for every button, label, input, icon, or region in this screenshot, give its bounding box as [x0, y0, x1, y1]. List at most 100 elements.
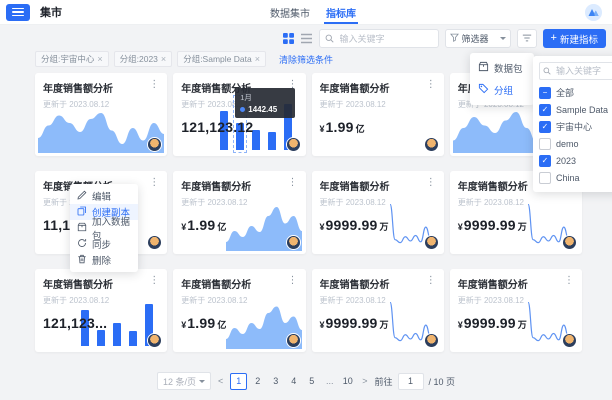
group-option[interactable]: −全部: [539, 84, 612, 101]
metric-value: ¥1.99亿: [181, 217, 297, 233]
filter-menu-item[interactable]: 分组: [470, 79, 534, 101]
filter-menu-item[interactable]: 数据包: [470, 57, 534, 79]
grid-view-icon[interactable]: [283, 33, 295, 45]
page-size-select[interactable]: 12 条/页: [157, 372, 211, 390]
group-option[interactable]: China: [539, 169, 612, 186]
filter-tag[interactable]: 分组:2023×: [114, 51, 173, 67]
kebab-menu-icon[interactable]: ⋮: [288, 276, 298, 286]
context-menu-item[interactable]: 编辑: [70, 188, 138, 204]
next-page-button[interactable]: >: [360, 376, 369, 386]
page-number[interactable]: 4: [286, 374, 301, 389]
tab-metric-library[interactable]: 指标库: [326, 0, 356, 24]
report-card[interactable]: 年度销售额分析⋮更新于 2023.08.12¥1.99亿: [312, 73, 444, 156]
list-view-icon[interactable]: [301, 33, 313, 45]
metric-unit: 亿: [217, 220, 226, 233]
checkbox-checked-icon[interactable]: ✓: [539, 155, 551, 167]
report-card[interactable]: 年度销售额分析⋮更新于 2023.08.12121,123...: [35, 269, 167, 352]
group-option[interactable]: ✓Sample Data: [539, 101, 612, 118]
area-chart: [38, 103, 164, 153]
chevron-down-icon: [199, 380, 205, 383]
metric-unit: 万: [518, 220, 527, 233]
metric-currency-prefix: ¥: [320, 124, 325, 134]
kebab-menu-icon[interactable]: ⋮: [426, 80, 436, 90]
search-input[interactable]: [338, 33, 433, 45]
tooltip-label: 1月: [240, 92, 290, 103]
kebab-menu-icon[interactable]: ⋮: [288, 178, 298, 188]
checkbox-checked-icon[interactable]: ✓: [539, 121, 551, 133]
card-title-row: 年度销售额分析⋮: [181, 276, 297, 291]
page-number[interactable]: 1: [230, 373, 247, 390]
close-icon[interactable]: ×: [97, 55, 102, 64]
group-option[interactable]: ✓2023: [539, 152, 612, 169]
group-option-label: 宇宙中心: [556, 120, 592, 133]
metric-currency-prefix: ¥: [458, 222, 463, 232]
report-card[interactable]: 年度销售额分析⋮更新于 2023.08.12¥1.99亿: [173, 171, 305, 254]
tooltip-value: 1442.45: [248, 105, 277, 114]
report-card[interactable]: 年度销售额分析⋮更新于 2023.08.12: [35, 73, 167, 156]
group-option-label: 全部: [556, 86, 574, 99]
checkbox-unchecked-icon[interactable]: [539, 138, 551, 150]
topbar-tabs: 数据集市 指标库: [270, 0, 356, 24]
metric-number: 9999.99: [464, 315, 516, 331]
page-number[interactable]: 5: [304, 374, 319, 389]
kebab-menu-icon[interactable]: ⋮: [564, 276, 574, 286]
card-context-menu: 编辑创建副本加入数据包同步删除: [70, 184, 138, 272]
page-number[interactable]: 2: [250, 374, 265, 389]
context-menu-item[interactable]: 删除: [70, 252, 138, 268]
close-icon[interactable]: ×: [161, 55, 166, 64]
brand-logo-icon[interactable]: [585, 4, 602, 21]
context-menu-item[interactable]: 加入数据包: [70, 220, 138, 236]
metric-number: 121,123.12: [181, 119, 253, 135]
card-title: 年度销售额分析: [458, 178, 528, 193]
metric-value: ¥1.99亿: [181, 315, 297, 331]
report-card[interactable]: 年度销售额分析⋮更新于 2023.08.12121,123.121月1442.4…: [173, 73, 305, 156]
card-title: 年度销售额分析: [43, 276, 113, 291]
goto-label: 前往: [375, 375, 393, 388]
tooltip-value-row: 1442.45: [240, 105, 290, 114]
filter-tag[interactable]: 分组:宇宙中心×: [35, 51, 109, 67]
checkbox-checked-icon[interactable]: ✓: [539, 104, 551, 116]
search-box: [319, 29, 439, 48]
report-card[interactable]: 年度销售额分析⋮更新于 2023.08.12¥9999.99万: [450, 269, 582, 352]
report-card[interactable]: 年度销售额分析⋮更新于 2023.08.12¥9999.99万: [312, 171, 444, 254]
metric-value: 121,123.12: [181, 119, 297, 135]
filter-tag[interactable]: 分组:Sample Data×: [177, 51, 266, 67]
filter-select[interactable]: 筛选器: [445, 29, 511, 48]
checkbox-indeterminate-icon[interactable]: −: [539, 87, 551, 99]
topbar: 集市 数据集市 指标库: [0, 0, 612, 25]
metric-currency-prefix: ¥: [320, 222, 325, 232]
clear-filters-link[interactable]: 清除筛选条件: [279, 53, 333, 66]
group-search-input[interactable]: [554, 65, 612, 77]
kebab-menu-icon[interactable]: ⋮: [149, 276, 159, 286]
page-ellipsis: ...: [322, 374, 337, 389]
close-icon[interactable]: ×: [255, 55, 260, 64]
card-title-row: 年度销售额分析⋮: [320, 178, 436, 193]
group-option[interactable]: demo: [539, 135, 612, 152]
copy-icon: [77, 206, 87, 219]
clear-filter-button[interactable]: [517, 29, 537, 48]
new-metric-button[interactable]: + 新建指标: [543, 29, 606, 48]
card-title-row: 年度销售额分析⋮: [320, 276, 436, 291]
checkbox-unchecked-icon[interactable]: [539, 172, 551, 184]
kebab-menu-icon[interactable]: ⋮: [426, 276, 436, 286]
group-option[interactable]: ✓ 宇宙中心: [539, 118, 612, 135]
kebab-menu-icon[interactable]: ⋮: [149, 178, 159, 188]
hamburger-menu-button[interactable]: [6, 4, 30, 21]
package-icon: [478, 61, 489, 75]
kebab-menu-icon[interactable]: ⋮: [149, 80, 159, 90]
owner-avatar: [148, 236, 161, 249]
edit-icon: [77, 190, 87, 203]
page-number[interactable]: 10: [340, 374, 355, 389]
context-menu-item-label: 删除: [92, 253, 111, 267]
page-number[interactable]: 3: [268, 374, 283, 389]
card-title: 年度销售额分析: [458, 276, 528, 291]
filter-category-menu: 数据包分组: [470, 53, 534, 105]
kebab-menu-icon[interactable]: ⋮: [426, 178, 436, 188]
tab-data-market[interactable]: 数据集市: [270, 0, 310, 24]
report-card[interactable]: 年度销售额分析⋮更新于 2023.08.12¥1.99亿: [173, 269, 305, 352]
owner-avatar: [425, 138, 438, 151]
owner-avatar: [287, 138, 300, 151]
prev-page-button[interactable]: <: [216, 376, 225, 386]
goto-page-input[interactable]: [398, 373, 424, 390]
report-card[interactable]: 年度销售额分析⋮更新于 2023.08.12¥9999.99万: [312, 269, 444, 352]
